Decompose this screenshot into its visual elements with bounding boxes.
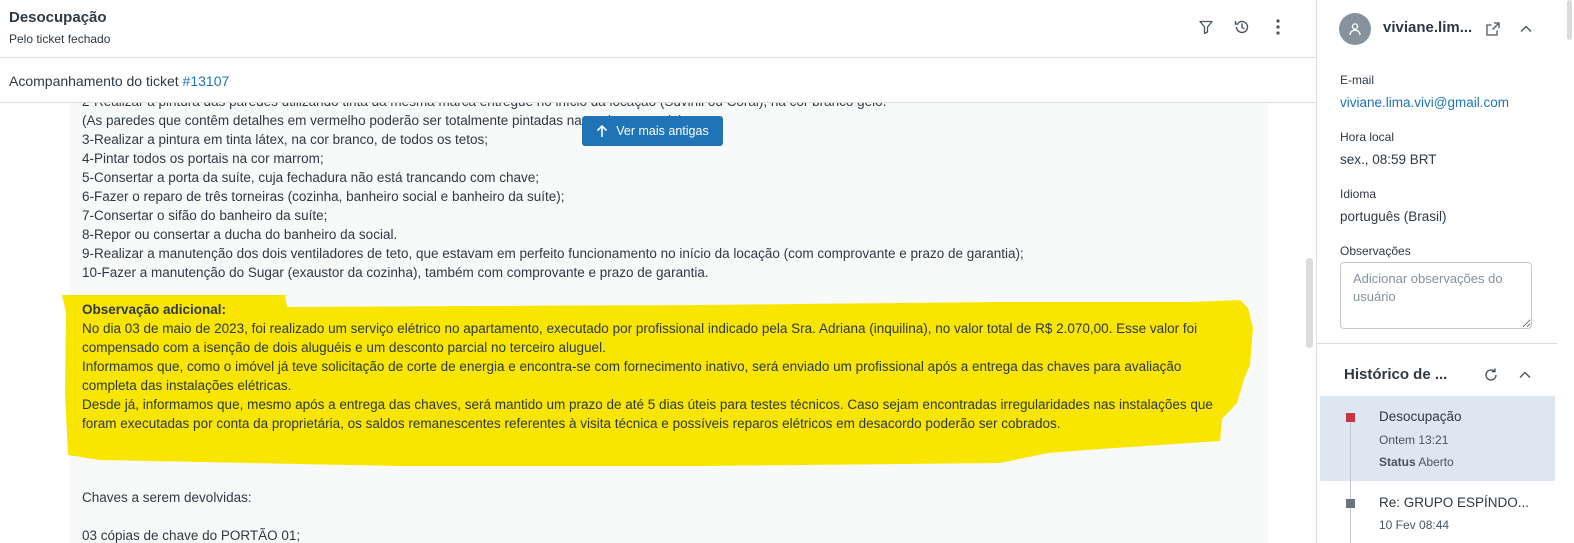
arrow-up-icon	[597, 124, 608, 137]
filter-icon[interactable]	[1195, 16, 1217, 38]
observation-line: foram executadas por conta da proprietár…	[82, 416, 1061, 431]
history-item-status: Status Aberto	[1379, 455, 1454, 469]
message-line: 10-Fazer a manutenção do Sugar (exaustor…	[82, 265, 709, 280]
observation-line: completa das instalações elétricas.	[82, 378, 292, 393]
history-title: Histórico de ...	[1344, 366, 1448, 383]
keys-heading: Chaves a serem devolvidas:	[82, 490, 252, 505]
message-line: 7-Consertar o sifão do banheiro da suíte…	[82, 208, 328, 223]
refresh-icon[interactable]	[1481, 365, 1501, 385]
see-older-label: Ver mais antigas	[616, 124, 709, 138]
more-options-icon[interactable]	[1267, 16, 1289, 38]
conversation-area: 2-Realizar a pintura das paredes utiliza…	[0, 103, 1316, 543]
observation-line: Informamos que, como o imóvel já teve so…	[82, 359, 1182, 374]
user-name[interactable]: viviane.lim...	[1383, 19, 1472, 36]
message-line: 2-Realizar a pintura das paredes utiliza…	[82, 103, 886, 111]
scrollbar-thumb[interactable]	[1567, 0, 1572, 40]
conversation-scrollbar[interactable]	[1306, 258, 1313, 348]
observation-line: compensado com a isenção de dois aluguéi…	[82, 340, 606, 355]
status-dot	[1346, 413, 1355, 422]
panel-scrollbar[interactable]	[1565, 0, 1574, 543]
avatar	[1339, 13, 1371, 45]
chevron-up-icon[interactable]	[1516, 19, 1536, 39]
follow-up-label: Acompanhamento do ticket	[9, 73, 179, 89]
history-timeline	[1350, 414, 1351, 543]
email-label: E-mail	[1340, 73, 1375, 87]
message-line: 9-Realizar a manutenção dos dois ventila…	[82, 246, 1024, 261]
page-subtitle: Pelo ticket fechado	[9, 32, 111, 46]
history-item-title[interactable]: Re: GRUPO ESPÍNDO...	[1379, 495, 1529, 510]
message-line: 4-Pintar todos os portais na cor marrom;	[82, 151, 324, 166]
history-icon[interactable]	[1231, 16, 1253, 38]
language-value: português (Brasil)	[1340, 209, 1447, 224]
observation-heading: Observação adicional:	[82, 302, 227, 317]
history-item-title[interactable]: Desocupação	[1379, 409, 1462, 424]
ticket-link[interactable]: #13107	[183, 73, 230, 89]
language-label: Idioma	[1340, 187, 1377, 201]
chevron-up-icon[interactable]	[1515, 365, 1535, 385]
status-value: Aberto	[1418, 455, 1454, 469]
status-label: Status	[1379, 455, 1416, 469]
follow-up-text: Acompanhamento do ticket #13107	[9, 73, 229, 89]
local-time-value: sex., 08:59 BRT	[1340, 152, 1437, 167]
user-icon	[1349, 23, 1361, 36]
status-dot	[1346, 499, 1355, 508]
message-line: 6-Fazer o reparo de três torneiras (cozi…	[82, 189, 565, 204]
user-panel: viviane.lim... E-mail viviane.lima.vivi@…	[1317, 0, 1574, 543]
notes-label: Observações	[1340, 244, 1411, 258]
page-title: Desocupação	[9, 9, 107, 26]
history-item-time: 10 Fev 08:44	[1379, 518, 1450, 532]
keys-line: 03 cópias de chave do PORTÃO 01;	[82, 528, 301, 543]
follow-up-bar: Acompanhamento do ticket #13107	[0, 58, 1316, 103]
email-value[interactable]: viviane.lima.vivi@gmail.com	[1340, 95, 1509, 110]
history-item-time: Ontem 13:21	[1379, 433, 1449, 447]
local-time-label: Hora local	[1340, 130, 1395, 144]
observation-line: No dia 03 de maio de 2023, foi realizado…	[82, 321, 1198, 336]
user-header: viviane.lim...	[1317, 0, 1557, 58]
observation-line: Desde já, informamos que, mesmo após a e…	[82, 397, 1213, 412]
message-line: 8-Repor ou consertar a ducha do banheiro…	[82, 227, 398, 242]
see-older-button[interactable]: Ver mais antigas	[582, 116, 723, 146]
notes-field[interactable]	[1340, 262, 1532, 329]
section-divider	[1317, 343, 1557, 344]
open-external-icon[interactable]	[1483, 19, 1503, 39]
message-line: 3-Realizar a pintura em tinta látex, na …	[82, 132, 488, 147]
ticket-view-pane: Desocupação Pelo ticket fechado Acompanh…	[0, 0, 1316, 543]
message-line: 5-Consertar a porta da suíte, cuja fecha…	[82, 170, 540, 185]
view-header: Desocupação Pelo ticket fechado	[0, 0, 1316, 58]
